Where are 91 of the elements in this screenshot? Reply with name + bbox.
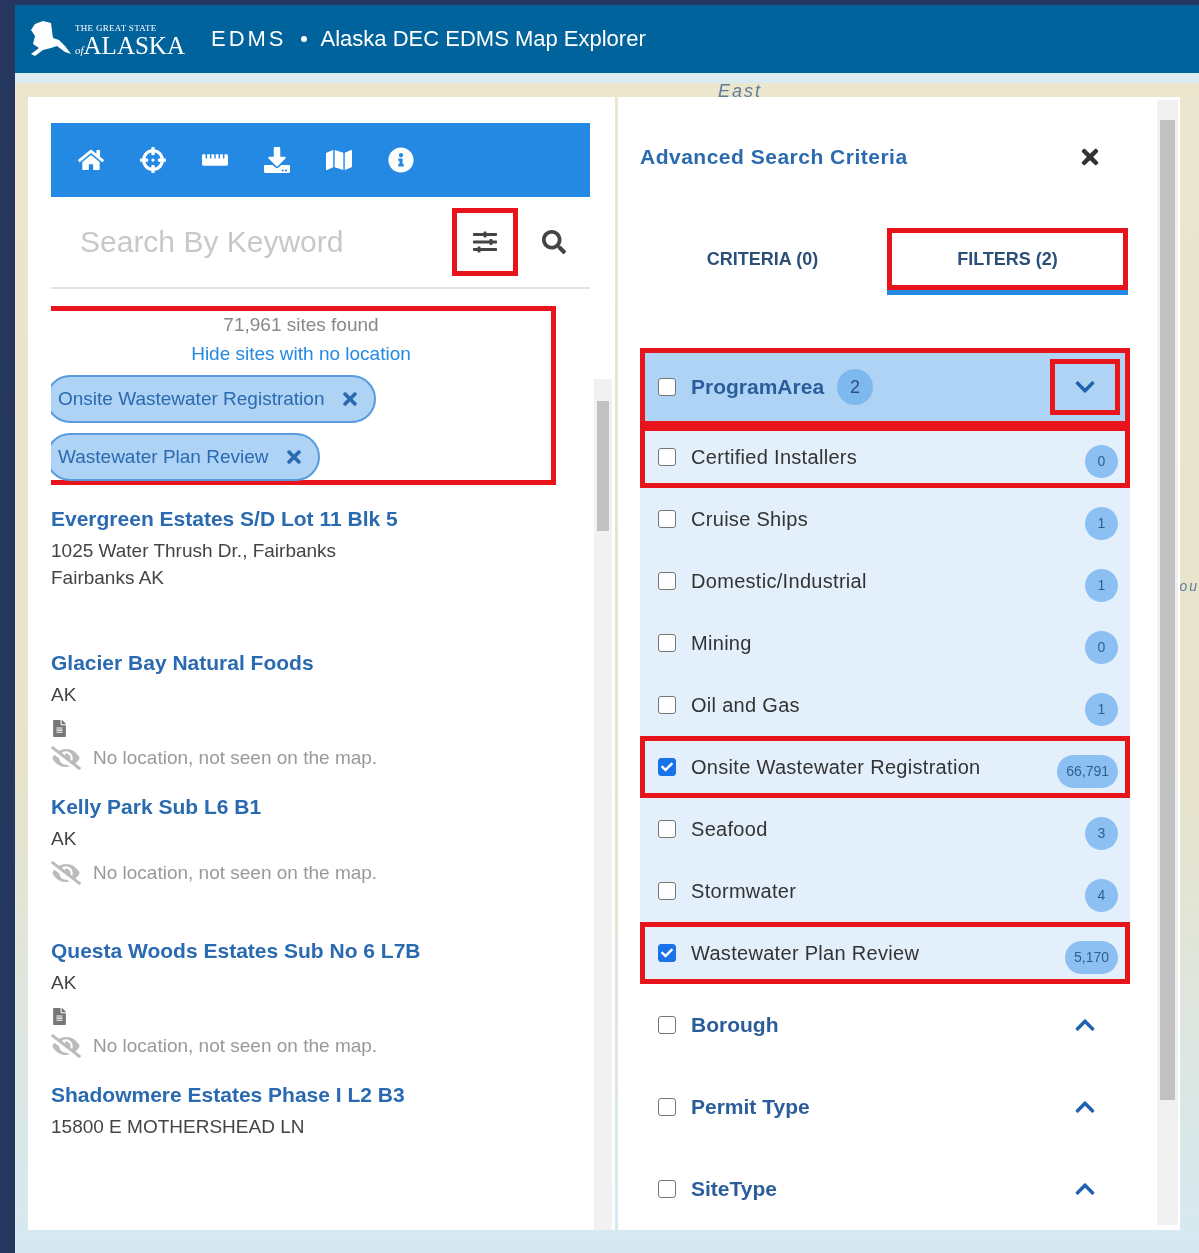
option-label: Seafood — [691, 817, 768, 841]
map-icon[interactable] — [326, 147, 352, 173]
no-location-note: No location, not seen on the map. — [93, 862, 378, 884]
filter-option[interactable]: Wastewater Plan Review 5,170 — [640, 922, 1130, 984]
logo-text: of — [75, 45, 84, 56]
sliders-icon — [473, 230, 497, 254]
separator-dot — [300, 36, 307, 42]
site-address: AK — [51, 827, 78, 851]
group-label: SiteType — [691, 1177, 777, 1201]
filter-button[interactable] — [452, 208, 518, 276]
option-label: Onsite Wastewater Registration — [691, 755, 981, 779]
checkbox[interactable] — [658, 1016, 676, 1034]
count-badge: 3 — [1085, 816, 1118, 850]
option-label: Mining — [691, 631, 752, 655]
count-badge: 2 — [837, 369, 874, 405]
option-label: Wastewater Plan Review — [691, 941, 920, 965]
home-icon[interactable] — [78, 147, 104, 173]
site-name-link[interactable]: Kelly Park Sub L6 B1 — [51, 795, 594, 819]
no-location-note: No location, not seen on the map. — [93, 747, 378, 769]
filter-option[interactable]: Seafood 3 — [640, 798, 1130, 860]
filter-chip[interactable]: Wastewater Plan Review — [51, 433, 321, 481]
option-label: Oil and Gas — [691, 693, 800, 717]
toggle-button[interactable] — [1050, 359, 1120, 415]
state-map-icon — [29, 20, 73, 58]
site-address: 1025 Water Thrush Dr., Fairbanks — [51, 539, 338, 563]
map-label: ou — [1179, 578, 1199, 594]
scrollbar[interactable] — [1157, 100, 1178, 1225]
site-address: AK — [51, 683, 78, 707]
chip-label: Wastewater Plan Review — [58, 446, 269, 468]
checkbox[interactable] — [658, 634, 676, 652]
filter-option[interactable]: Stormwater 4 — [640, 860, 1130, 922]
filter-group-header[interactable]: ProgramArea 2 — [640, 348, 1130, 426]
filter-option[interactable]: Mining 0 — [640, 612, 1130, 674]
count-badge: 0 — [1085, 444, 1118, 478]
option-label: Domestic/Industrial — [691, 569, 867, 593]
eye-slash-icon — [51, 743, 81, 773]
filter-chip[interactable]: Onsite Wastewater Registration — [51, 375, 377, 423]
app-name: EDMS — [210, 26, 287, 52]
option-label: Certified Installers — [691, 445, 858, 469]
site-address: AK — [51, 971, 78, 995]
results-count: 71,961 sites found — [223, 314, 379, 336]
site-name-link[interactable]: Glacier Bay Natural Foods — [51, 651, 594, 675]
site-name-link[interactable]: Questa Woods Estates Sub No 6 L7B — [51, 939, 594, 963]
checkbox[interactable] — [658, 758, 676, 776]
app-title: Alaska DEC EDMS Map Explorer — [320, 26, 646, 52]
site-address: Fairbanks AK — [51, 566, 165, 590]
option-label: Cruise Ships — [691, 507, 808, 531]
map-label: East — [718, 81, 763, 102]
scrollbar[interactable] — [594, 379, 612, 1230]
checkbox[interactable] — [658, 510, 676, 528]
checkbox[interactable] — [658, 1098, 676, 1116]
filter-option[interactable]: Onsite Wastewater Registration 66,791 — [640, 736, 1130, 798]
checkbox[interactable] — [658, 882, 676, 900]
count-badge: 66,791 — [1057, 754, 1118, 788]
count-badge: 1 — [1085, 692, 1118, 726]
count-badge: 1 — [1085, 568, 1118, 602]
eye-slash-icon — [51, 858, 81, 888]
checkbox[interactable] — [658, 820, 676, 838]
logo-text: ALASKA — [83, 33, 185, 58]
site-name-link[interactable]: Evergreen Estates S/D Lot 11 Blk 5 — [51, 507, 594, 531]
filter-option[interactable]: Oil and Gas 1 — [640, 674, 1130, 736]
eye-slash-icon — [51, 1031, 81, 1061]
filter-option[interactable]: Domestic/Industrial 1 — [640, 550, 1130, 612]
count-badge: 0 — [1085, 630, 1118, 664]
info-icon[interactable] — [388, 147, 414, 173]
checkbox[interactable] — [658, 1180, 676, 1198]
checkbox[interactable] — [658, 378, 676, 396]
panel-title: Advanced Search Criteria — [640, 144, 908, 169]
site-name-link[interactable]: Shadowmere Estates Phase I L2 B3 — [51, 1083, 594, 1107]
count-badge: 5,170 — [1064, 940, 1118, 974]
chip-label: Onsite Wastewater Registration — [58, 388, 325, 410]
group-label: ProgramArea — [691, 375, 825, 399]
no-location-note: No location, not seen on the map. — [93, 1035, 378, 1057]
site-address: 15800 E MOTHERSHEAD LN — [51, 1115, 306, 1139]
hide-sites-link[interactable]: Hide sites with no location — [191, 343, 411, 365]
group-label: Borough — [691, 1013, 779, 1037]
download-icon[interactable] — [264, 147, 290, 173]
checkbox[interactable] — [658, 572, 676, 590]
option-label: Stormwater — [691, 879, 797, 903]
count-badge: 1 — [1085, 506, 1118, 540]
filter-option[interactable]: Certified Installers 0 — [640, 426, 1130, 488]
filter-option[interactable]: Cruise Ships 1 — [640, 488, 1130, 550]
checkbox[interactable] — [658, 696, 676, 714]
checkbox[interactable] — [658, 448, 676, 466]
logo-text: THE GREAT STATE — [75, 24, 158, 33]
search-icon[interactable] — [542, 230, 566, 254]
group-label: Permit Type — [691, 1095, 810, 1119]
checkbox[interactable] — [658, 944, 676, 962]
crosshair-icon[interactable] — [140, 147, 166, 173]
count-badge: 4 — [1085, 878, 1118, 912]
tab[interactable]: FILTERS (2) — [887, 228, 1128, 295]
